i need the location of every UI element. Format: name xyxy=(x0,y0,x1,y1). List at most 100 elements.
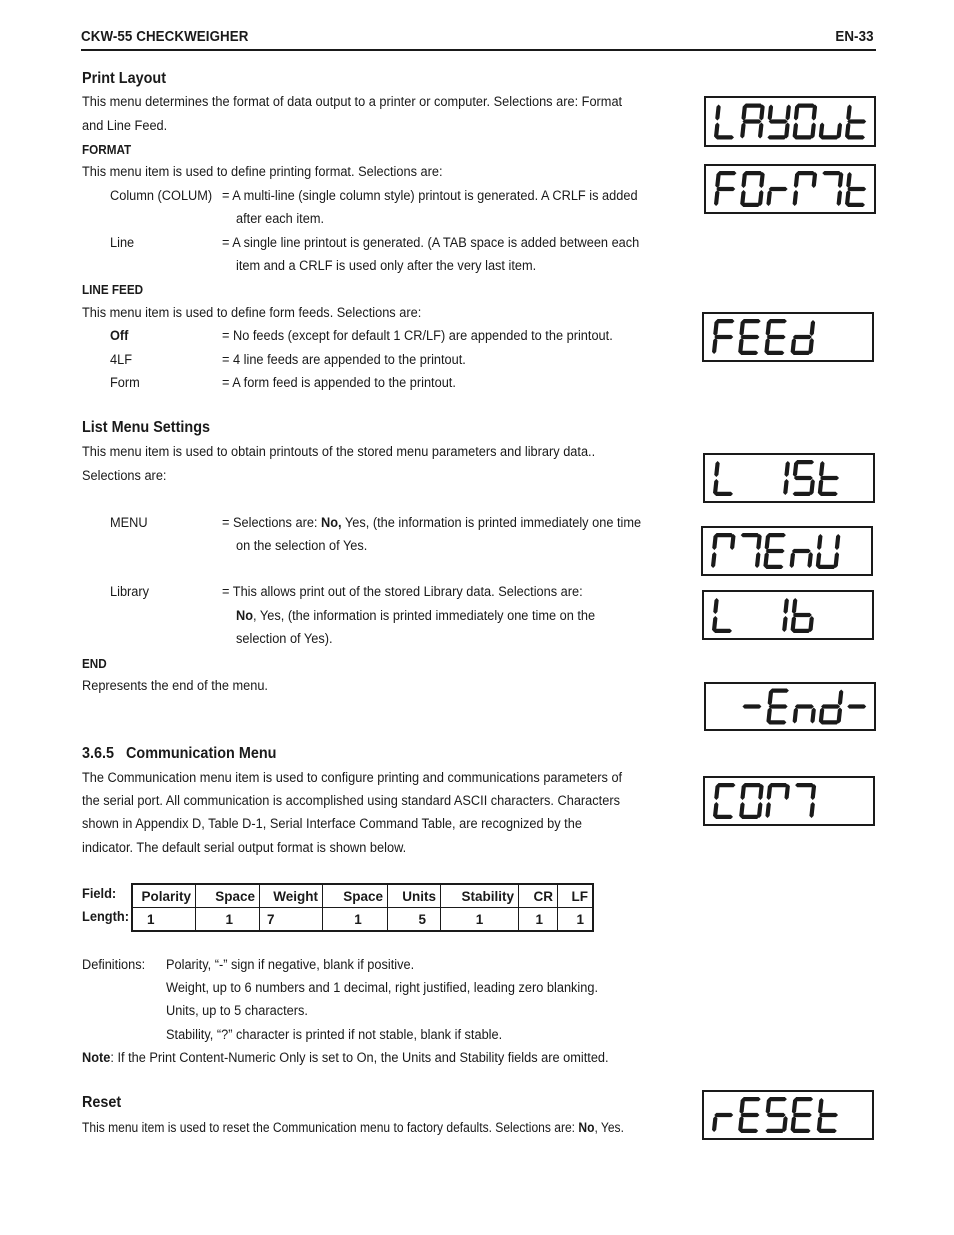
table-cell-field: Space xyxy=(195,884,260,908)
lcd-char xyxy=(817,461,840,496)
lcd-char xyxy=(815,534,841,569)
line-feed-term-off: Off xyxy=(110,328,129,344)
lcd-segment xyxy=(713,598,719,614)
lcd-segment xyxy=(712,1116,718,1132)
lcd-char xyxy=(765,1097,788,1133)
serial-format-table: Polarity Space Weight Space Units Stabil… xyxy=(131,883,594,932)
lcd-segment xyxy=(791,598,798,614)
lcd-char xyxy=(847,704,867,709)
header-rule xyxy=(81,49,876,51)
list-desc-library-suffix: , Yes, (the information is printed immed… xyxy=(253,608,596,624)
table-cell-length: 1 xyxy=(440,907,519,931)
lcd-segment xyxy=(768,704,788,709)
lcd-segment xyxy=(714,784,720,800)
lcd-segment xyxy=(715,172,721,188)
lcd-segment xyxy=(784,461,790,477)
table-field-label: Field: xyxy=(82,886,117,901)
lcd-char xyxy=(713,461,733,496)
lcd-char xyxy=(792,460,815,496)
lcd-segment xyxy=(793,475,813,481)
lcd-char xyxy=(712,598,732,633)
lcd-segment xyxy=(712,338,718,354)
lcd-segment xyxy=(768,119,788,124)
format-term-column: Column (COLUM) xyxy=(110,188,213,204)
list-menu-intro-2: Selections are: xyxy=(82,468,167,484)
lcd-char xyxy=(790,598,814,633)
format-desc-column-2: after each item. xyxy=(236,211,325,227)
lcd-char xyxy=(742,704,762,709)
line-feed-desc-form: = A form feed is appended to the printou… xyxy=(222,375,456,391)
lcd-segment xyxy=(792,491,812,496)
table-length-label: Length: xyxy=(82,909,130,924)
lcd-char xyxy=(845,104,867,140)
definition-polarity: Polarity, “-” sign if negative, blank if… xyxy=(166,957,415,973)
lcd-text-format xyxy=(714,171,867,207)
list-desc-menu-prefix: = Selections are: xyxy=(222,515,322,531)
lcd-segment xyxy=(739,1098,745,1114)
communication-intro-2: the serial port. All communication is ac… xyxy=(82,793,620,809)
lcd-segment xyxy=(846,172,852,188)
document-title: CKW-55 CHECKWEIGHER xyxy=(81,29,249,45)
format-intro: This menu item is used to define printin… xyxy=(82,164,443,180)
lcd-segment xyxy=(792,461,799,477)
lcd-char xyxy=(783,461,790,495)
lcd-segment xyxy=(714,190,720,206)
lcd-segment xyxy=(834,534,841,550)
lcd-segment xyxy=(741,104,747,121)
lcd-char xyxy=(767,104,791,140)
list-desc-library-3: selection of Yes). xyxy=(236,631,333,647)
lcd-segment xyxy=(782,616,788,632)
lcd-segment xyxy=(791,548,811,554)
lcd-segment xyxy=(765,1098,772,1114)
format-desc-line-1: = A single line printout is generated. (… xyxy=(222,235,640,251)
lcd-segment xyxy=(792,612,812,618)
lcd-char xyxy=(714,171,737,206)
lcd-segment xyxy=(767,104,774,121)
lcd-segment xyxy=(742,119,762,124)
list-desc-menu-suffix: Yes, (the information is printed immedia… xyxy=(341,515,642,531)
list-desc-library-bold: No xyxy=(236,608,254,624)
lcd-segment xyxy=(821,704,841,709)
print-layout-intro-2: and Line Feed. xyxy=(82,118,168,134)
line-feed-intro: This menu item is used to define form fe… xyxy=(82,305,422,321)
list-desc-menu-bold: No, xyxy=(321,515,342,531)
list-menu-intro-1: This menu item is used to obtain printou… xyxy=(82,444,596,460)
lcd-segment xyxy=(789,552,796,568)
lcd-segment xyxy=(765,320,772,336)
line-feed-desc-off: = No feeds (except for default 1 CR/LF) … xyxy=(222,328,613,344)
lcd-display-reset xyxy=(702,1090,874,1140)
table-row-lengths: 1 1 7 1 5 1 1 1 xyxy=(132,907,593,931)
lcd-char xyxy=(792,171,818,206)
section-heading-reset: Reset xyxy=(82,1094,122,1111)
lcd-segment xyxy=(711,552,717,568)
page-number: EN-33 xyxy=(835,29,874,45)
lcd-char xyxy=(818,689,844,725)
lcd-char xyxy=(816,1098,839,1133)
lcd-segment xyxy=(818,1098,824,1114)
lcd-char xyxy=(763,533,786,569)
lcd-segment xyxy=(792,190,799,206)
lcd-char xyxy=(845,172,867,207)
lcd-segment xyxy=(766,784,773,800)
lcd-char xyxy=(790,320,816,355)
lcd-char xyxy=(714,104,734,140)
lcd-char xyxy=(740,103,765,139)
table-cell-field: Stability xyxy=(440,884,519,908)
lcd-display-layout xyxy=(704,96,876,147)
lcd-char xyxy=(712,319,735,354)
lcd-segment xyxy=(740,784,746,800)
lcd-char xyxy=(740,533,762,568)
lcd-segment xyxy=(766,1112,786,1118)
definition-stability: Stability, “?” character is printed if n… xyxy=(166,1027,503,1043)
lcd-segment xyxy=(792,707,799,724)
subheading-format: FORMAT xyxy=(82,142,132,157)
definition-weight: Weight, up to 6 numbers and 1 decimal, r… xyxy=(166,980,599,996)
lcd-text-layout xyxy=(714,103,867,140)
lcd-segment xyxy=(758,122,764,139)
lcd-char xyxy=(792,103,818,140)
reset-text-prefix: This menu item is used to reset the Comm… xyxy=(82,1120,579,1135)
lcd-segment xyxy=(785,104,791,121)
lcd-display-lib xyxy=(702,590,874,640)
table-cell-length: 1 xyxy=(557,907,593,931)
lcd-segment xyxy=(741,172,747,188)
